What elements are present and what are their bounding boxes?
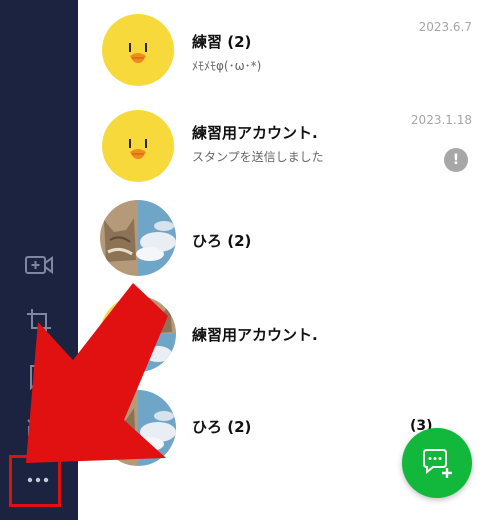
chat-row[interactable]: 練習 (2) ﾒﾓﾒﾓφ(･ω･*) 2023.6.7 (78, 6, 500, 102)
highlight-box (9, 455, 61, 507)
chat-date: 2023.1.18 (410, 113, 472, 127)
chat-row[interactable]: ひろ (2) (78, 194, 500, 290)
chat-name: 練習 (2) (192, 33, 252, 51)
chat-row[interactable]: 練習用アカウント. (78, 290, 500, 386)
chat-name: ひろ (2) (192, 418, 252, 436)
crop-icon[interactable] (22, 304, 56, 338)
mute-icon[interactable] (22, 414, 56, 448)
sidebar (0, 0, 78, 520)
avatar (100, 390, 176, 466)
avatar (100, 296, 176, 372)
chat-date: 2023.6.7 (418, 20, 472, 34)
new-chat-button[interactable] (402, 428, 472, 498)
chat-row[interactable]: 練習用アカウント. スタンプを送信しました 2023.1.18 ! (78, 102, 500, 198)
chat-name: 練習用アカウント. (192, 326, 318, 344)
chat-last-message: ﾒﾓﾒﾓφ(･ω･*) (192, 59, 262, 73)
bookmark-icon[interactable] (22, 360, 56, 394)
video-call-icon[interactable] (22, 248, 56, 282)
avatar (100, 200, 176, 276)
new-chat-icon (423, 449, 452, 478)
alert-icon: ! (444, 148, 468, 172)
avatar (102, 14, 174, 86)
chat-name: ひろ (2) (192, 232, 252, 250)
chat-name: 練習用アカウント. (192, 124, 318, 142)
chat-last-message: スタンプを送信しました (192, 150, 324, 164)
avatar (102, 110, 174, 182)
